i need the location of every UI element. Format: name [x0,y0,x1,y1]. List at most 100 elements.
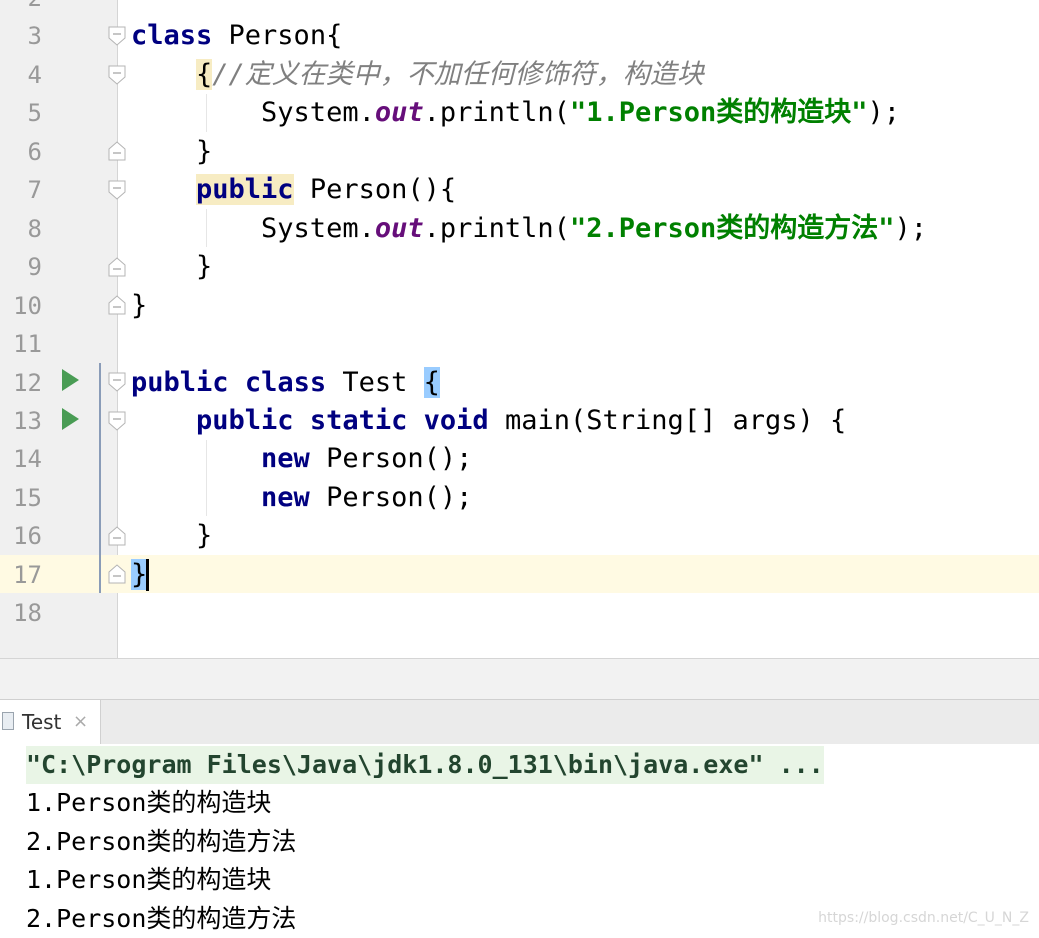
code-text[interactable]: new Person(); [131,479,472,517]
code-token: ); [894,212,928,244]
line-number: 7 [27,176,42,205]
code-line[interactable]: 16 } [0,517,1039,555]
run-tab-label: Test [22,710,62,734]
console-output-line: 2.Person类的构造方法 [26,904,297,933]
line-number: 11 [13,330,42,359]
code-token: Person(){ [293,174,457,206]
run-tab-test[interactable]: Test × [0,700,101,744]
code-line[interactable]: 15 new Person(); [0,479,1039,517]
code-token: void [423,404,489,436]
code-text[interactable]: } [131,517,212,555]
code-token: public [131,366,229,398]
code-token: new [261,481,310,513]
line-number: 6 [27,137,42,166]
line-number: 2 [0,0,42,17]
code-token: { [423,366,440,398]
run-console[interactable]: "C:\Program Files\Java\jdk1.8.0_131\bin\… [0,744,1039,936]
line-number: 12 [13,368,42,397]
code-line[interactable]: 12 public class Test { [0,364,1039,402]
code-line[interactable]: 18 [0,594,1039,632]
code-token: class [244,366,327,398]
console-output-line: 1.Person类的构造块 [26,865,272,894]
code-token: .println( [423,212,570,244]
line-number: 16 [13,522,42,551]
code-text[interactable]: } [131,556,150,594]
code-token: ); [867,97,901,129]
code-text[interactable]: class Person{ [131,17,342,55]
code-token: //定义在类中，不加任何修饰符，构造块 [212,58,704,90]
line-number: 14 [13,445,42,474]
line-number: 10 [13,291,42,320]
line-number: 4 [27,60,42,89]
line-number: 18 [13,599,42,628]
console-command-line: "C:\Program Files\Java\jdk1.8.0_131\bin\… [26,746,824,784]
line-number: 15 [13,483,42,512]
code-line[interactable]: 5 System.out.println("1.Person类的构造块"); [0,94,1039,132]
code-editor[interactable]: 23class Person{4 {//定义在类中，不加任何修饰符，构造块5 S… [0,0,1039,658]
code-token: } [131,558,148,590]
code-line[interactable]: 6 } [0,133,1039,171]
code-line[interactable]: 3 class Person{ [0,17,1039,55]
code-token: .println( [423,97,570,129]
code-line[interactable]: 10} [0,287,1039,325]
code-token: "1.Person类的构造块" [569,97,868,129]
line-number: 9 [27,253,42,282]
code-text[interactable]: public class Test { [131,364,440,402]
code-text[interactable]: System.out.println("2.Person类的构造方法"); [131,210,927,248]
code-token: Test [326,366,424,398]
code-token: } [131,520,213,552]
code-token: static [309,404,408,436]
code-text[interactable]: } [131,133,212,171]
code-token: public [196,404,294,436]
code-text[interactable]: System.out.println("1.Person类的构造块"); [131,94,900,132]
code-text[interactable]: } [131,248,212,286]
console-output-line: 1.Person类的构造块 [26,788,272,817]
code-token: { [196,58,213,90]
console-output-line: 2.Person类的构造方法 [26,827,297,856]
code-line[interactable]: 17} [0,556,1039,594]
code-line[interactable]: 2 [0,0,1039,17]
code-line[interactable]: 9 } [0,248,1039,286]
code-text[interactable]: public static void main(String[] args) { [131,402,846,440]
code-token: } [131,289,148,321]
code-text[interactable]: {//定义在类中，不加任何修饰符，构造块 [131,56,704,94]
code-token: System. [131,212,375,244]
code-token: out [374,97,424,129]
line-number: 8 [27,214,42,243]
code-token: out [374,212,424,244]
code-token: "2.Person类的构造方法" [569,212,895,244]
code-line[interactable]: 11 [0,325,1039,363]
code-line[interactable]: 14 new Person(); [0,440,1039,478]
code-token: } [131,251,213,283]
watermark: https://blog.csdn.net/C_U_N_Z [818,910,1029,926]
code-token: System. [131,97,375,129]
line-number: 5 [27,99,42,128]
code-line[interactable]: 4 {//定义在类中，不加任何修饰符，构造块 [0,56,1039,94]
close-icon[interactable]: × [73,700,88,744]
code-text[interactable]: new Person(); [131,440,472,478]
code-token: new [261,443,310,475]
code-token: public [196,174,294,206]
text-caret [146,559,150,592]
line-number: 17 [13,560,42,589]
code-text[interactable]: } [131,287,147,325]
code-line[interactable]: 13 public static void main(String[] args… [0,402,1039,440]
code-token: Person(); [309,443,473,475]
code-text[interactable]: public Person(){ [131,171,456,209]
code-token: class [131,20,213,52]
code-line[interactable]: 8 System.out.println("2.Person类的构造方法"); [0,210,1039,248]
code-token: } [131,135,213,167]
code-line[interactable]: 7 public Person(){ [0,171,1039,209]
code-token: main(String[] args) { [488,404,847,436]
code-token: Person(); [309,481,473,513]
panel-divider[interactable] [0,658,1039,699]
line-number: 3 [27,22,42,51]
